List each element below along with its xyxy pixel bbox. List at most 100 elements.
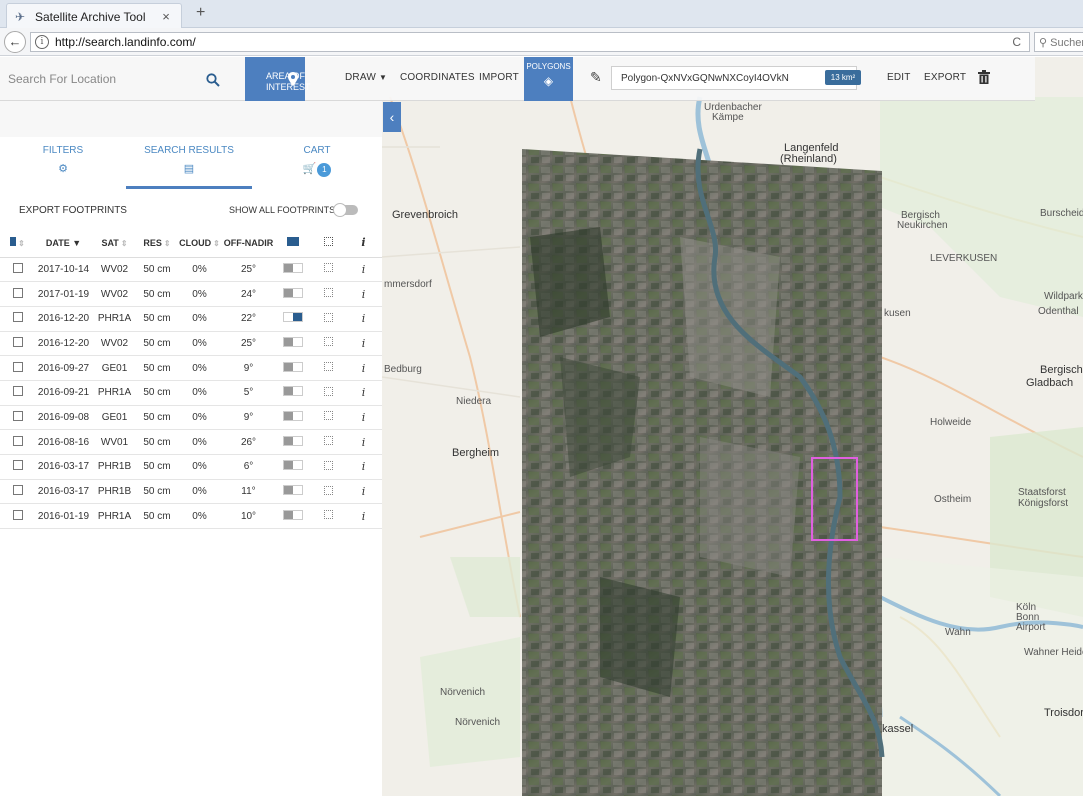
- footprint-icon[interactable]: [323, 460, 333, 470]
- new-tab-button[interactable]: +: [196, 4, 205, 22]
- preview-cell: [275, 503, 311, 530]
- row-checkbox[interactable]: [12, 435, 23, 446]
- browser-search-input[interactable]: ⚲ Suchen: [1034, 32, 1083, 52]
- res-cell: 50 cm: [137, 355, 177, 381]
- footprint-icon[interactable]: [323, 485, 333, 495]
- info-icon[interactable]: i: [362, 263, 366, 276]
- row-checkbox[interactable]: [12, 262, 23, 273]
- show-all-footprints-toggle[interactable]: [333, 203, 358, 217]
- location-search-input[interactable]: Search For Location: [8, 67, 238, 91]
- table-row[interactable]: 2016-12-20 PHR1A 50 cm 0% 22° i: [0, 306, 382, 332]
- back-button[interactable]: ←: [4, 31, 26, 53]
- info-icon[interactable]: i: [35, 35, 49, 49]
- preview-toggle[interactable]: [283, 509, 303, 520]
- table-row[interactable]: 2017-10-14 WV02 50 cm 0% 25° i: [0, 257, 382, 283]
- info-icon[interactable]: i: [362, 288, 366, 301]
- table-row[interactable]: 2016-09-08 GE01 50 cm 0% 9° i: [0, 405, 382, 431]
- row-checkbox[interactable]: [12, 287, 23, 298]
- url-field[interactable]: i http://search.landinfo.com/ C: [30, 32, 1030, 52]
- row-checkbox[interactable]: [12, 312, 23, 323]
- tab-search-results[interactable]: SEARCH RESULTS ▤: [126, 145, 252, 189]
- close-tab-icon[interactable]: ×: [159, 9, 173, 24]
- table-row[interactable]: 2016-12-20 WV02 50 cm 0% 25° i: [0, 331, 382, 357]
- date-column-header[interactable]: DATE ▼: [35, 229, 92, 258]
- off-nadir-column-header[interactable]: OFF-NADIR: [222, 229, 275, 258]
- table-row[interactable]: 2016-03-17 PHR1B 50 cm 0% 11° i: [0, 479, 382, 505]
- footprint-icon[interactable]: [323, 510, 333, 520]
- row-checkbox-cell: [0, 405, 35, 431]
- cloud-cell: 0%: [177, 281, 222, 307]
- info-icon[interactable]: i: [362, 485, 366, 498]
- preview-toggle[interactable]: [283, 460, 303, 471]
- polygon-name-field[interactable]: Polygon-QxNVxGQNwNXCoyI4OVkN: [611, 66, 857, 90]
- tab-filters[interactable]: FILTERS ⚙: [0, 145, 126, 175]
- table-row[interactable]: 2016-09-27 GE01 50 cm 0% 9° i: [0, 355, 382, 381]
- import-button[interactable]: IMPORT: [479, 72, 519, 83]
- footprint-icon[interactable]: [323, 411, 333, 421]
- coordinates-button[interactable]: COORDINATES: [400, 72, 475, 83]
- cloud-cell: 0%: [177, 503, 222, 530]
- draw-dropdown[interactable]: DRAW ▼: [345, 72, 387, 83]
- browser-tab[interactable]: ✈ Satellite Archive Tool ×: [6, 3, 182, 29]
- row-checkbox[interactable]: [12, 386, 23, 397]
- info-icon[interactable]: i: [362, 312, 366, 325]
- search-icon[interactable]: [206, 73, 220, 87]
- collapse-panel-button[interactable]: ‹: [383, 102, 401, 132]
- preview-fill: [284, 362, 293, 371]
- footprint-icon[interactable]: [323, 263, 333, 273]
- info-icon[interactable]: i: [362, 436, 366, 449]
- sat-column-header[interactable]: SAT ⇕: [92, 229, 137, 258]
- select-column-header[interactable]: ⇕: [0, 229, 35, 258]
- info-icon[interactable]: i: [362, 386, 366, 399]
- table-row[interactable]: 2016-01-19 PHR1A 50 cm 0% 10° i: [0, 503, 382, 530]
- sat-cell: PHR1A: [92, 380, 137, 406]
- table-row[interactable]: 2017-01-19 WV02 50 cm 0% 24° i: [0, 281, 382, 307]
- preview-toggle[interactable]: [283, 485, 303, 496]
- preview-toggle[interactable]: [283, 386, 303, 397]
- polygons-button[interactable]: POLYGONS ◈: [524, 57, 573, 101]
- footprint-icon[interactable]: [323, 288, 333, 298]
- table-row[interactable]: 2016-09-21 PHR1A 50 cm 0% 5° i: [0, 380, 382, 406]
- area-of-interest-button[interactable]: AREA OF INTEREST: [245, 57, 311, 101]
- image-icon: [287, 237, 299, 247]
- footprint-column-header: [311, 229, 345, 258]
- export-button[interactable]: EXPORT: [924, 72, 966, 83]
- info-icon[interactable]: i: [362, 460, 366, 473]
- preview-toggle[interactable]: [283, 262, 303, 273]
- row-checkbox[interactable]: [12, 336, 23, 347]
- row-checkbox[interactable]: [12, 485, 23, 496]
- edit-button[interactable]: EDIT: [887, 72, 911, 83]
- footprint-icon[interactable]: [323, 312, 333, 322]
- export-footprints-button[interactable]: EXPORT FOOTPRINTS: [19, 205, 127, 216]
- table-row[interactable]: 2016-03-17 PHR1B 50 cm 0% 6° i: [0, 454, 382, 480]
- footprint-icon[interactable]: [323, 436, 333, 446]
- preview-toggle[interactable]: [283, 361, 303, 372]
- row-checkbox[interactable]: [12, 509, 23, 520]
- preview-toggle[interactable]: [283, 287, 303, 298]
- preview-toggle[interactable]: [283, 435, 303, 446]
- footprint-icon[interactable]: [323, 337, 333, 347]
- preview-toggle[interactable]: [283, 410, 303, 421]
- trash-icon[interactable]: [978, 70, 990, 84]
- reload-icon[interactable]: C: [1012, 35, 1021, 49]
- footprint-icon[interactable]: [323, 386, 333, 396]
- tab-cart[interactable]: CART 🛒 1: [254, 145, 380, 177]
- info-icon[interactable]: i: [362, 411, 366, 424]
- date-cell: 2016-12-20: [35, 331, 92, 357]
- table-row[interactable]: 2016-08-16 WV01 50 cm 0% 26° i: [0, 429, 382, 455]
- info-icon[interactable]: i: [362, 510, 366, 523]
- cloud-cell: 0%: [177, 405, 222, 431]
- tab-title: Satellite Archive Tool: [35, 9, 146, 24]
- date-cell: 2016-09-21: [35, 380, 92, 406]
- preview-toggle[interactable]: [283, 312, 303, 323]
- info-icon[interactable]: i: [362, 362, 366, 375]
- pencil-icon[interactable]: ✎: [590, 69, 602, 86]
- row-checkbox[interactable]: [12, 361, 23, 372]
- res-column-header[interactable]: RES ⇕: [137, 229, 177, 258]
- row-checkbox[interactable]: [12, 410, 23, 421]
- preview-toggle[interactable]: [283, 336, 303, 347]
- info-icon[interactable]: i: [362, 337, 366, 350]
- row-checkbox[interactable]: [12, 460, 23, 471]
- footprint-icon[interactable]: [323, 362, 333, 372]
- cloud-column-header[interactable]: CLOUD ⇕: [177, 229, 222, 258]
